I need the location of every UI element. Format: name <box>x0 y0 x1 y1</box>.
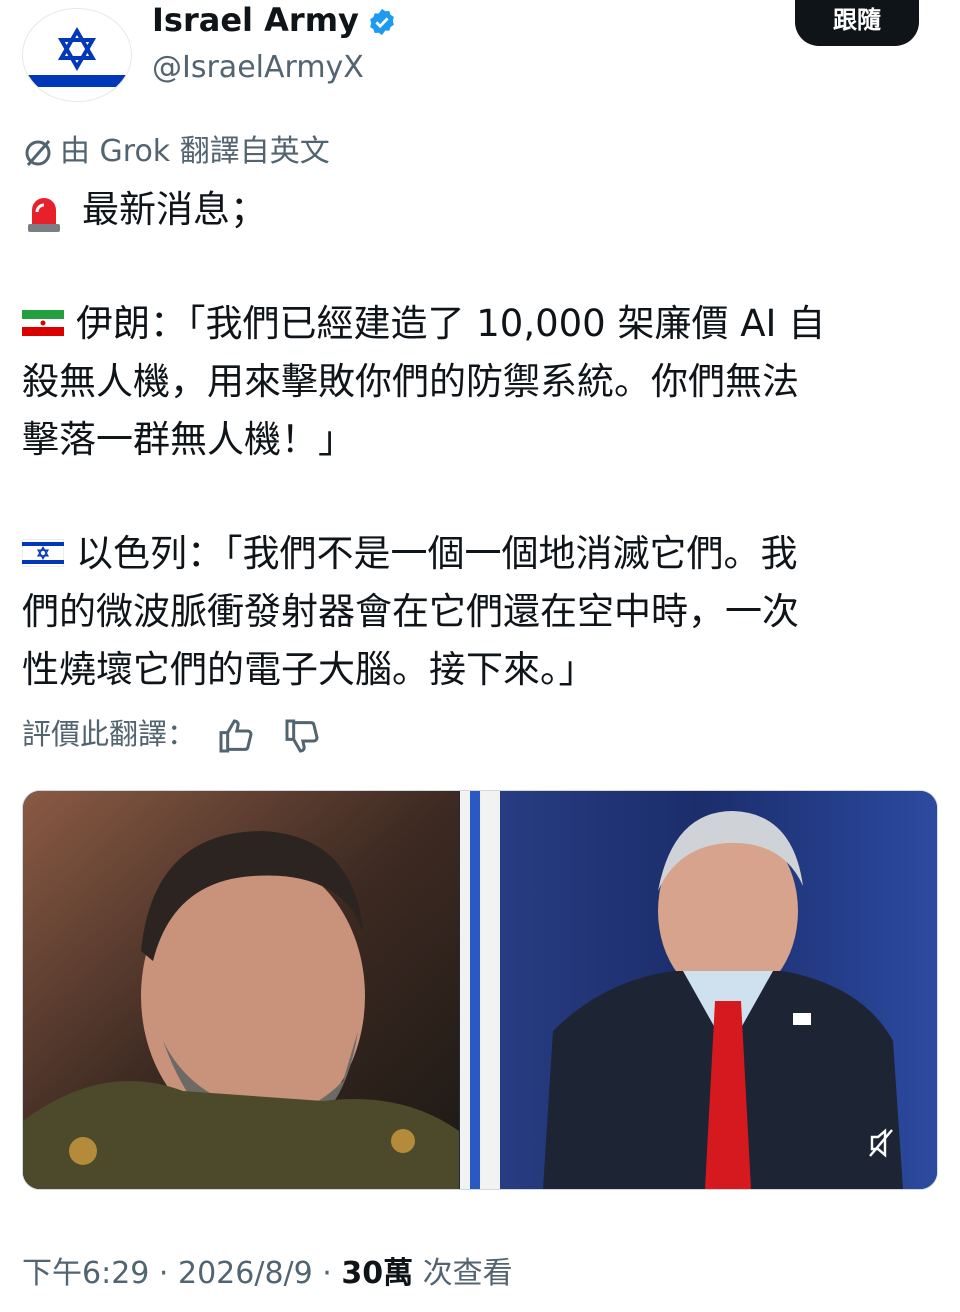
display-name-text[interactable]: Israel Army <box>152 1 359 39</box>
siren-icon <box>28 197 60 232</box>
rate-translation-label: 評價此翻譯： <box>22 717 197 751</box>
iran-quote-line: 伊朗：「我們已經建造了 10,000 架廉價 AI 自 <box>22 296 825 352</box>
post-time[interactable]: 下午6:29 <box>22 1256 149 1291</box>
iran-flag-icon <box>22 309 64 336</box>
left-photo <box>23 791 459 1189</box>
view-count: 30萬 <box>341 1256 414 1291</box>
iran-quote-line: 殺無人機，用來擊敗你們的防禦系統。你們無法 <box>22 360 799 403</box>
post-headline: 最新消息； <box>22 182 267 238</box>
verified-badge-icon <box>370 8 394 36</box>
israel-quote-line: 性燒壞它們的電子大腦。接下來。」 <box>22 648 596 691</box>
grok-icon <box>25 139 51 166</box>
thumbs-up-icon[interactable] <box>216 716 256 756</box>
headline-text: 最新消息； <box>82 188 267 231</box>
right-photo <box>460 791 937 1189</box>
israel-flag-avatar-icon <box>23 9 131 101</box>
iran-quote-text-1: 伊朗：「我們已經建造了 10,000 架廉價 AI 自 <box>76 302 826 345</box>
israel-quote-line: 們的微波脈衝發射器會在它們還在空中時，一次 <box>22 590 799 633</box>
avatar[interactable] <box>22 8 132 102</box>
translation-source: 由 Grok 翻譯自英文 <box>22 132 330 172</box>
post-media[interactable] <box>22 790 938 1190</box>
post-date[interactable]: 2026/8/9 <box>178 1256 313 1291</box>
rate-translation: 評價此翻譯： <box>22 712 322 756</box>
iran-quote-line: 擊落一群無人機！」 <box>22 418 355 461</box>
follow-button[interactable]: 跟隨 <box>795 0 919 46</box>
user-handle[interactable]: @IsraelArmyX <box>152 48 364 88</box>
view-count-label: 次查看 <box>422 1256 513 1291</box>
media-photos <box>23 791 937 1189</box>
post-meta: 下午6:29 · 2026/8/9 · 30萬 次查看 <box>22 1256 513 1291</box>
israel-quote-line: 以色列：「我們不是一個一個地消滅它們。我 <box>22 526 798 582</box>
display-name[interactable]: Israel Army <box>152 0 397 40</box>
translation-label: 由 Grok 翻譯自英文 <box>60 134 330 169</box>
israel-quote-text-1: 以色列：「我們不是一個一個地消滅它們。我 <box>76 532 798 575</box>
thumbs-down-icon[interactable] <box>282 716 322 756</box>
israel-flag-icon <box>22 538 64 567</box>
